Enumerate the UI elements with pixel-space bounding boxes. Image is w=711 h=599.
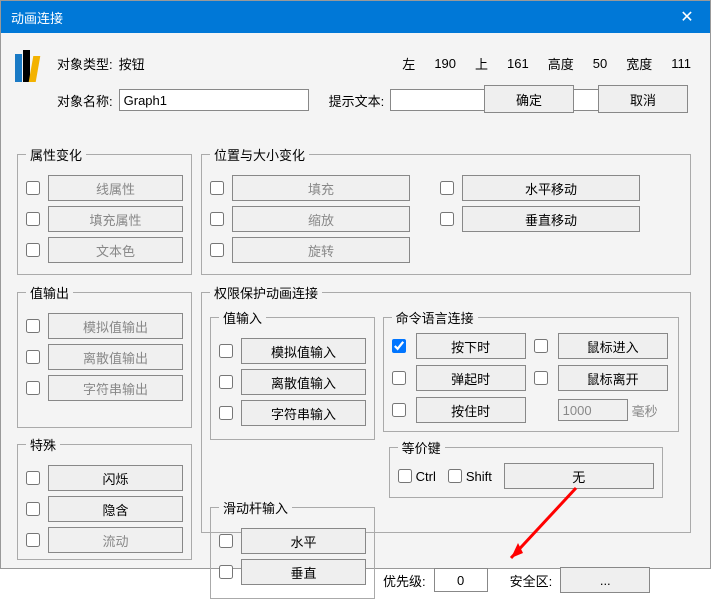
obj-type-label: 对象类型: (57, 54, 113, 73)
chk-on-press[interactable] (392, 339, 406, 353)
btn-blink[interactable]: 闪烁 (48, 465, 183, 491)
cancel-button[interactable]: 取消 (598, 85, 688, 113)
width-label: 宽度 (626, 54, 652, 73)
group-special-legend: 特殊 (26, 435, 60, 454)
btn-fill[interactable]: 填充 (232, 175, 410, 201)
hold-ms-label: 毫秒 (632, 401, 658, 420)
chk-fill-attr[interactable] (26, 212, 40, 226)
hint-label: 提示文本: (329, 91, 385, 110)
obj-type-value: 按钮 (119, 54, 145, 73)
close-icon[interactable]: ✕ (664, 1, 710, 33)
chk-line-attr[interactable] (26, 181, 40, 195)
btn-vmove[interactable]: 垂直移动 (462, 206, 640, 232)
btn-analog-out[interactable]: 模拟值输出 (48, 313, 183, 339)
btn-string-out[interactable]: 字符串输出 (48, 375, 183, 401)
chk-slider-h[interactable] (219, 534, 233, 548)
group-equiv-key: 等价键 Ctrl Shift 无 (389, 438, 663, 498)
chk-hmove[interactable] (440, 181, 454, 195)
left-label: 左 (402, 54, 415, 73)
btn-flow[interactable]: 流动 (48, 527, 183, 553)
btn-discrete-out[interactable]: 离散值输出 (48, 344, 183, 370)
left-value: 190 (434, 56, 456, 71)
btn-safezone[interactable]: ... (560, 567, 650, 593)
ctrl-label: Ctrl (416, 469, 436, 484)
btn-discrete-in[interactable]: 离散值输入 (241, 369, 366, 395)
btn-on-release[interactable]: 弹起时 (416, 365, 526, 391)
group-cmd-lang: 命令语言连接 按下时 鼠标进入 弹起时 鼠标离开 按住时 (383, 308, 679, 432)
group-valin-legend: 值输入 (219, 308, 266, 327)
ok-button[interactable]: 确定 (484, 85, 574, 113)
top-value: 161 (507, 56, 529, 71)
btn-on-press[interactable]: 按下时 (416, 333, 526, 359)
priority-label: 优先级: (383, 571, 426, 590)
chk-slider-v[interactable] (219, 565, 233, 579)
group-cmd-legend: 命令语言连接 (392, 308, 478, 327)
width-value: 111 (671, 56, 691, 71)
group-pos-legend: 位置与大小变化 (210, 145, 309, 164)
chk-ctrl[interactable] (398, 469, 412, 483)
btn-text-color[interactable]: 文本色 (48, 237, 183, 263)
btn-equiv-key[interactable]: 无 (504, 463, 654, 489)
chk-fill[interactable] (210, 181, 224, 195)
chk-on-release[interactable] (392, 371, 406, 385)
obj-name-label: 对象名称: (57, 91, 113, 110)
group-equiv-legend: 等价键 (398, 438, 445, 457)
btn-analog-in[interactable]: 模拟值输入 (241, 338, 366, 364)
btn-hmove[interactable]: 水平移动 (462, 175, 640, 201)
btn-on-hold[interactable]: 按住时 (416, 397, 526, 423)
group-perm-legend: 权限保护动画连接 (210, 283, 322, 302)
group-value-in: 值输入 模拟值输入 离散值输入 字符串输入 (210, 308, 375, 440)
btn-line-attr[interactable]: 线属性 (48, 175, 183, 201)
height-value: 50 (593, 56, 607, 71)
group-attr-legend: 属性变化 (26, 145, 86, 164)
group-special: 特殊 闪烁 隐含 流动 (17, 435, 192, 560)
hold-ms-box: 1000 (558, 399, 628, 421)
chk-string-out[interactable] (26, 381, 40, 395)
top-label: 上 (475, 54, 488, 73)
btn-mouse-enter[interactable]: 鼠标进入 (558, 333, 668, 359)
btn-mouse-leave[interactable]: 鼠标离开 (558, 365, 668, 391)
safezone-label: 安全区: (510, 571, 553, 590)
group-value-out: 值输出 模拟值输出 离散值输出 字符串输出 (17, 283, 192, 428)
group-permission: 权限保护动画连接 值输入 模拟值输入 离散值输入 字符串输入 命令语言连接 按下… (201, 283, 691, 533)
chk-vmove[interactable] (440, 212, 454, 226)
chk-string-in[interactable] (219, 406, 233, 420)
shift-label: Shift (466, 469, 492, 484)
priority-value[interactable]: 0 (434, 568, 488, 592)
chk-discrete-in[interactable] (219, 375, 233, 389)
btn-fill-attr[interactable]: 填充属性 (48, 206, 183, 232)
group-slide-legend: 滑动杆输入 (219, 498, 292, 517)
books-icon (15, 44, 53, 82)
titlebar: 动画连接 ✕ (1, 1, 710, 33)
btn-string-in[interactable]: 字符串输入 (241, 400, 366, 426)
chk-discrete-out[interactable] (26, 350, 40, 364)
btn-zoom[interactable]: 缩放 (232, 206, 410, 232)
window-title: 动画连接 (11, 8, 63, 27)
chk-rotate[interactable] (210, 243, 224, 257)
group-valout-legend: 值输出 (26, 283, 73, 302)
dimensions: 左 190 上 161 高度 50 宽度 111 (392, 54, 696, 73)
chk-hide[interactable] (26, 502, 40, 516)
chk-flow[interactable] (26, 533, 40, 547)
btn-slider-v[interactable]: 垂直 (241, 559, 366, 585)
obj-name-input[interactable] (119, 89, 309, 111)
group-attr-change: 属性变化 线属性 填充属性 文本色 (17, 145, 192, 275)
chk-on-hold[interactable] (392, 403, 406, 417)
chk-shift[interactable] (448, 469, 462, 483)
chk-mouse-leave[interactable] (534, 371, 548, 385)
chk-text-color[interactable] (26, 243, 40, 257)
chk-zoom[interactable] (210, 212, 224, 226)
btn-hide[interactable]: 隐含 (48, 496, 183, 522)
chk-blink[interactable] (26, 471, 40, 485)
btn-slider-h[interactable]: 水平 (241, 528, 366, 554)
height-label: 高度 (548, 54, 574, 73)
chk-analog-in[interactable] (219, 344, 233, 358)
btn-rotate[interactable]: 旋转 (232, 237, 410, 263)
chk-mouse-enter[interactable] (534, 339, 548, 353)
group-pos-size: 位置与大小变化 填充 缩放 旋转 水平移动 垂直移动 (201, 145, 691, 275)
chk-analog-out[interactable] (26, 319, 40, 333)
group-slider-in: 滑动杆输入 水平 垂直 (210, 498, 375, 599)
